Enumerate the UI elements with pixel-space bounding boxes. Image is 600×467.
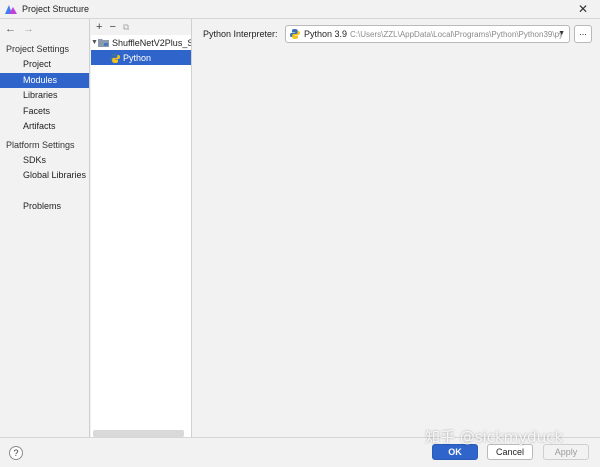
module-settings-panel: Python Interpreter: Python 3.9 C:\Users\… [193, 19, 600, 437]
sidebar-item-artifacts[interactable]: Artifacts [0, 119, 89, 135]
add-icon[interactable]: + [96, 21, 102, 33]
python-icon [110, 52, 120, 63]
module-tree-pane: + − ⧉ ▼ ShuffleNetV2Plus_S Python [91, 19, 192, 437]
tree-node-module-label: ShuffleNetV2Plus_S [111, 37, 191, 48]
platform-settings-header: Platform Settings [6, 139, 75, 150]
sidebar-item-libraries[interactable]: Libraries [0, 88, 89, 104]
sidebar-item-sdks[interactable]: SDKs [0, 153, 89, 169]
close-button[interactable]: ✕ [576, 2, 590, 16]
interpreter-more-button[interactable]: ... [574, 25, 592, 43]
python-icon [290, 29, 300, 39]
copy-icon[interactable]: ⧉ [123, 22, 129, 32]
back-arrow-icon[interactable]: ← [5, 23, 16, 35]
title-bar: Project Structure ✕ [0, 0, 600, 19]
horizontal-scrollbar[interactable] [93, 430, 184, 437]
interpreter-path: C:\Users\ZZL\AppData\Local\Programs\Pyth… [350, 29, 564, 39]
settings-sidebar: ← → Project Settings Project Modules Lib… [0, 19, 90, 437]
chevron-down-icon[interactable]: ▼ [91, 39, 98, 46]
nav-arrows: ← → [0, 19, 89, 39]
sidebar-item-modules[interactable]: Modules [0, 72, 89, 88]
tree-node-module[interactable]: ▼ ShuffleNetV2Plus_S [91, 35, 191, 50]
sidebar-item-facets[interactable]: Facets [0, 104, 89, 120]
sidebar-item-global-libraries[interactable]: Global Libraries [0, 168, 89, 184]
sidebar-item-problems[interactable]: Problems [0, 199, 89, 215]
tree-node-python-label: Python [123, 52, 152, 63]
tree-node-python[interactable]: Python [91, 50, 191, 65]
sidebar-item-project[interactable]: Project [0, 57, 89, 73]
forward-arrow-icon[interactable]: → [23, 23, 34, 35]
chevron-down-icon[interactable]: ▼ [558, 30, 565, 37]
module-folder-icon [97, 38, 109, 47]
python-interpreter-select[interactable]: Python 3.9 C:\Users\ZZL\AppData\Local\Pr… [285, 25, 570, 43]
project-settings-header: Project Settings [6, 44, 70, 54]
remove-icon[interactable]: − [109, 21, 115, 33]
python-interpreter-label: Python Interpreter: [203, 29, 278, 39]
app-logo-icon [4, 2, 18, 16]
tree-toolbar: + − ⧉ [91, 19, 191, 35]
watermark-text: 知乎 @sickmyduck [425, 428, 564, 446]
help-button[interactable]: ? [9, 446, 23, 460]
window-title: Project Structure [22, 4, 90, 14]
interpreter-name: Python 3.9 [304, 29, 348, 39]
